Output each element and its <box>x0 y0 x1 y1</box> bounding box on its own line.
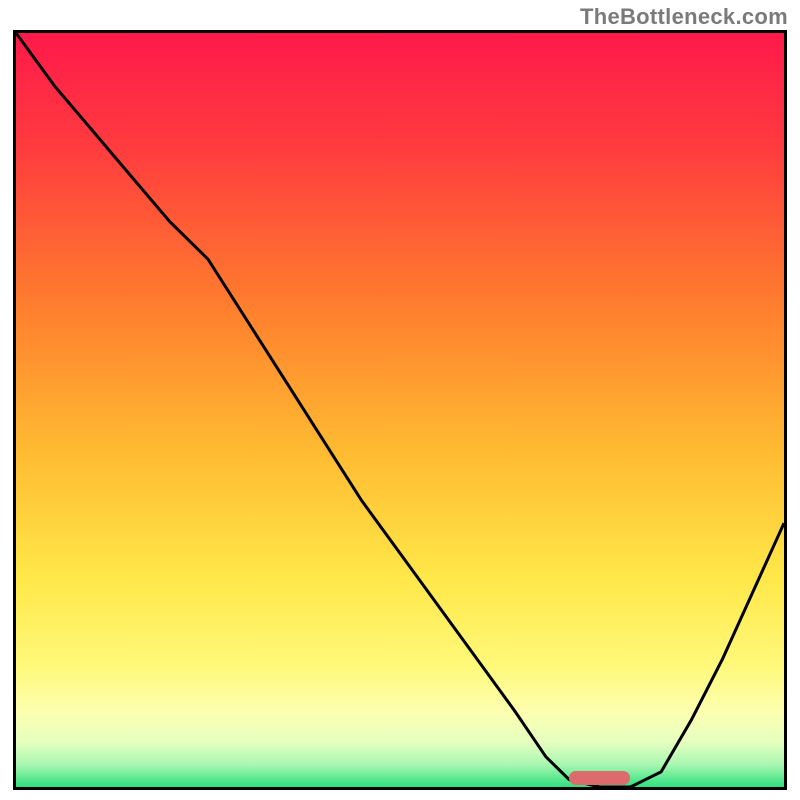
watermark-text: TheBottleneck.com <box>580 4 788 30</box>
optimal-marker <box>569 771 630 785</box>
chart-container: TheBottleneck.com <box>0 0 800 800</box>
bottleneck-curve <box>16 33 784 787</box>
plot-area <box>13 30 787 790</box>
